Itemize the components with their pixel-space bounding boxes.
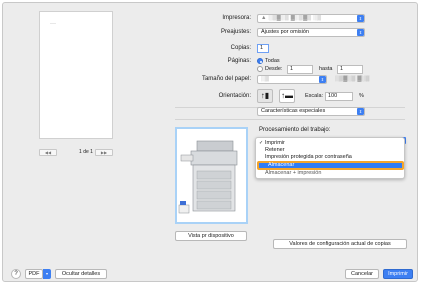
prev-page-button[interactable]: ◀◀ — [39, 149, 57, 156]
presets-value: Ajustes por omisión — [261, 29, 309, 35]
printer-label: Impresora: — [222, 15, 251, 21]
menu-item-label: Retener — [265, 147, 285, 153]
device-view-button[interactable]: Vista pr dispositivo — [175, 231, 247, 241]
page-preview: —— — [39, 11, 113, 139]
landscape-icon[interactable]: ↑▬ — [279, 89, 295, 103]
scale-unit: % — [359, 93, 364, 99]
menu-item-label: Almacenar — [268, 162, 295, 168]
pdf-button[interactable]: PDF — [25, 269, 43, 279]
job-processing-menu[interactable]: Imprimir Retener Impresión protegida por… — [255, 137, 405, 179]
scale-label: Escala: — [305, 93, 324, 99]
print-button[interactable]: Imprimir — [383, 269, 413, 279]
menu-item-print[interactable]: Imprimir — [256, 140, 404, 147]
pages-from-label: Desde: — [265, 66, 283, 72]
presets-label: Preajustes: — [220, 29, 251, 35]
pages-to-label: hasta — [319, 66, 333, 72]
multifunction-printer-icon — [178, 140, 238, 214]
chevron-updown-icon: ⇕ — [319, 76, 326, 83]
menu-item-store-and-print[interactable]: Almacenar + impresión — [256, 170, 404, 177]
preview-text: —— — [50, 21, 56, 25]
pages-from-input[interactable]: 1 — [287, 65, 313, 74]
pages-all-radio[interactable] — [257, 58, 263, 64]
printer-select[interactable]: ▲ ░▒▓░▒ ▓░▒▓▒ ░▒ ⇕ — [257, 14, 365, 23]
portrait-icon[interactable]: ↑▮ — [257, 89, 273, 103]
menu-item-label: Impresión protegida por contraseña — [265, 154, 352, 160]
menu-item-hold[interactable]: Retener — [256, 147, 404, 154]
copies-label: Copias: — [230, 45, 251, 51]
menu-item-label: Almacenar + impresión — [265, 170, 322, 176]
chevron-updown-icon: ⇕ — [357, 29, 364, 36]
processing-title: Procesamiento del trabajo: — [259, 127, 331, 133]
pages-range-radio[interactable] — [257, 66, 263, 72]
copies-input[interactable]: 1 — [257, 44, 269, 53]
cancel-button[interactable]: Cancelar — [345, 269, 379, 279]
paper-select[interactable]: ░▒ ⇕ — [257, 75, 327, 84]
printer-value: ▲ ░▒▓░▒ ▓░▒▓▒ ░▒ — [261, 15, 322, 21]
hide-details-button[interactable]: Ocultar detalles — [55, 269, 107, 279]
menu-item-secure-print[interactable]: Impresión protegida por contraseña — [256, 154, 404, 161]
chevron-updown-icon: ⇕ — [357, 15, 364, 22]
chevron-updown-icon: ⇕ — [357, 108, 364, 115]
menu-item-label: Imprimir — [265, 140, 285, 146]
section-value: Características especiales — [261, 108, 326, 114]
current-config-button[interactable]: Valores de configuración actual de copia… — [273, 239, 407, 249]
menu-item-store[interactable]: Almacenar — [257, 161, 404, 170]
paper-dimensions: ░▒▓░▒ ▓░▒ — [335, 76, 370, 82]
paper-label: Tamaño del papel: — [201, 76, 251, 82]
scale-input[interactable]: 100 — [325, 92, 353, 101]
printer-image — [175, 127, 248, 224]
help-button[interactable]: ? — [11, 269, 21, 279]
orientation-label: Orientación: — [218, 93, 251, 99]
pages-to-input[interactable]: 1 — [337, 65, 363, 74]
print-dialog: —— ◀◀ 1 de 1 ▶▶ Impresora: ▲ ░▒▓░▒ ▓░▒▓▒… — [2, 2, 418, 282]
pages-label: Páginas: — [227, 58, 251, 64]
section-select[interactable]: Características especiales ⇕ — [257, 107, 365, 116]
paper-value: ░▒ — [261, 76, 270, 82]
divider — [175, 119, 405, 120]
presets-select[interactable]: Ajustes por omisión ⇕ — [257, 28, 365, 37]
pages-all-label: Todas — [265, 58, 280, 64]
chevron-down-icon[interactable]: ▾ — [43, 269, 51, 279]
next-page-button[interactable]: ▶▶ — [95, 149, 113, 156]
